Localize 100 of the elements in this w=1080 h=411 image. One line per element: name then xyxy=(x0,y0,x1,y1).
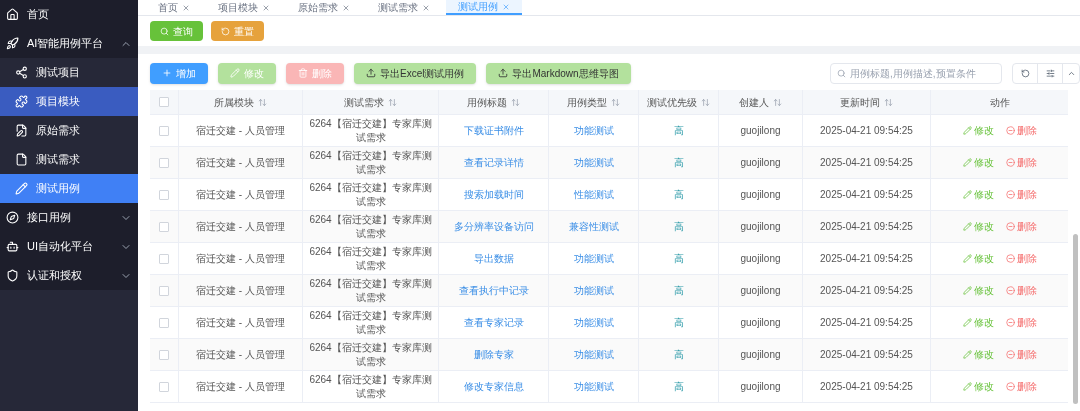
table-cell-text: 高 xyxy=(673,380,684,394)
edit-link[interactable]: 修改 xyxy=(962,123,994,138)
sidebar-item[interactable]: AI智能用例平台 xyxy=(0,29,138,58)
delete-link[interactable]: 删除 xyxy=(1005,187,1037,202)
page-tab[interactable]: 原始需求 xyxy=(286,0,362,15)
pencil-icon xyxy=(962,350,972,359)
sort-icon[interactable] xyxy=(611,97,620,107)
minus-circle-icon xyxy=(1005,318,1015,327)
reset-button[interactable]: 重置 xyxy=(211,21,264,41)
table-cell: 6264【宿迁交建】专家库测试需求 xyxy=(308,244,433,273)
row-checkbox[interactable] xyxy=(159,125,169,136)
table-cell-text: 宿迁交建 - 人员管理 xyxy=(196,316,285,330)
sort-icon[interactable] xyxy=(701,97,710,107)
rocket-icon xyxy=(6,37,19,50)
table-cell-text: 高 xyxy=(673,252,684,266)
case-title-link[interactable]: 删除专家 xyxy=(473,347,514,362)
table-cell: 6264【宿迁交建】专家库测试需求 xyxy=(308,340,433,369)
scrollbar[interactable] xyxy=(1073,234,1078,404)
delete-link[interactable]: 删除 xyxy=(1005,219,1037,234)
table-cell-text: 性能测试 xyxy=(573,188,614,202)
row-checkbox[interactable] xyxy=(159,285,169,296)
page-tab[interactable]: 首页 xyxy=(146,0,202,15)
column-header: 用例类型 xyxy=(567,95,607,110)
row-checkbox[interactable] xyxy=(159,349,169,360)
page-tab[interactable]: 测试用例 xyxy=(446,0,522,15)
close-icon[interactable] xyxy=(182,3,190,12)
select-all-checkbox[interactable] xyxy=(159,97,169,107)
close-icon[interactable] xyxy=(342,3,350,12)
delete-link[interactable]: 删除 xyxy=(1005,379,1037,394)
table-cell-text: 宿迁交建 - 人员管理 xyxy=(196,188,285,202)
row-checkbox[interactable] xyxy=(159,221,169,232)
table-cell: 6264【宿迁交建】专家库测试需求 xyxy=(308,116,433,145)
sort-icon[interactable] xyxy=(884,97,893,107)
query-button[interactable]: 查询 xyxy=(150,21,203,41)
export-button[interactable]: 导出Markdown思维导图 xyxy=(486,62,631,84)
table-cell-text: 宿迁交建 - 人员管理 xyxy=(196,124,285,138)
delete-link[interactable]: 删除 xyxy=(1005,347,1037,362)
page-tab[interactable]: 测试需求 xyxy=(366,0,442,15)
case-title-link[interactable]: 下载证书附件 xyxy=(463,123,524,138)
delete-link[interactable]: 删除 xyxy=(1005,155,1037,170)
table-cell-text: 2025-04-21 09:54:25 xyxy=(820,252,913,266)
table-cell-text: 功能测试 xyxy=(573,156,614,170)
table-cell-text: 宿迁交建 - 人员管理 xyxy=(196,380,285,394)
table-cell-text: 2025-04-21 09:54:25 xyxy=(820,220,913,234)
sidebar-item[interactable]: 接口用例 xyxy=(0,203,138,232)
delete-link[interactable]: 删除 xyxy=(1005,283,1037,298)
row-checkbox[interactable] xyxy=(159,157,169,168)
sort-icon[interactable] xyxy=(388,97,397,107)
delete-link[interactable]: 删除 xyxy=(1005,315,1037,330)
page-tab[interactable]: 项目模块 xyxy=(206,0,282,15)
document-icon xyxy=(15,153,28,166)
pencil-icon xyxy=(962,222,972,231)
minus-circle-icon xyxy=(1005,254,1015,263)
edit-link[interactable]: 修改 xyxy=(962,283,994,298)
sort-icon[interactable] xyxy=(258,97,267,107)
pencil-icon xyxy=(962,382,972,391)
table-cell-text: 宿迁交建 - 人员管理 xyxy=(196,284,285,298)
edit-link[interactable]: 修改 xyxy=(962,347,994,362)
case-title-link[interactable]: 搜索加载时间 xyxy=(463,187,524,202)
table-cell-text: 高 xyxy=(673,348,684,362)
edit-link[interactable]: 修改 xyxy=(962,219,994,234)
row-checkbox[interactable] xyxy=(159,317,169,328)
search-field[interactable]: 用例标题,用例描述,预置条件 xyxy=(830,62,1002,84)
upload-icon xyxy=(498,68,509,78)
sidebar-subitem[interactable]: 项目模块 xyxy=(0,87,138,116)
row-checkbox[interactable] xyxy=(159,253,169,264)
table-cell-text: 2025-04-21 09:54:25 xyxy=(820,188,913,202)
case-title-link[interactable]: 导出数据 xyxy=(473,251,514,266)
sort-icon[interactable] xyxy=(773,97,782,107)
add-button[interactable]: 增加 xyxy=(150,62,208,84)
column-header: 动作 xyxy=(989,95,1010,110)
row-checkbox[interactable] xyxy=(159,189,169,200)
pencil-icon xyxy=(15,182,28,195)
delete-link[interactable]: 删除 xyxy=(1005,123,1037,138)
sidebar-subitem[interactable]: 测试用例 xyxy=(0,174,138,203)
case-title-link[interactable]: 查看专家记录 xyxy=(463,315,524,330)
sidebar-item[interactable]: 首页 xyxy=(0,0,138,29)
case-title-link[interactable]: 查看记录详情 xyxy=(463,155,524,170)
export-button[interactable]: 导出Excel测试用例 xyxy=(354,62,477,84)
row-checkbox[interactable] xyxy=(159,381,169,392)
sliders-icon xyxy=(1045,68,1055,78)
edit-link[interactable]: 修改 xyxy=(962,155,994,170)
sidebar-item[interactable]: UI自动化平台 xyxy=(0,232,138,261)
case-title-link[interactable]: 多分辨率设备访问 xyxy=(453,219,534,234)
case-title-link[interactable]: 修改专家信息 xyxy=(463,379,524,394)
edit-link[interactable]: 修改 xyxy=(962,251,994,266)
close-icon[interactable] xyxy=(422,3,430,12)
shield-icon xyxy=(6,269,19,282)
nodes-icon xyxy=(15,66,28,79)
close-icon[interactable] xyxy=(502,2,510,11)
delete-link[interactable]: 删除 xyxy=(1005,251,1037,266)
edit-link[interactable]: 修改 xyxy=(962,315,994,330)
table-cell-text: guojilong xyxy=(740,156,781,170)
edit-link[interactable]: 修改 xyxy=(962,187,994,202)
case-title-link[interactable]: 查看执行中记录 xyxy=(458,283,529,298)
close-icon[interactable] xyxy=(262,3,270,12)
sort-icon[interactable] xyxy=(511,97,520,107)
sidebar-item[interactable]: 认证和授权 xyxy=(0,261,138,290)
edit-link[interactable]: 修改 xyxy=(962,379,994,394)
table-cell-text: 功能测试 xyxy=(573,124,614,138)
